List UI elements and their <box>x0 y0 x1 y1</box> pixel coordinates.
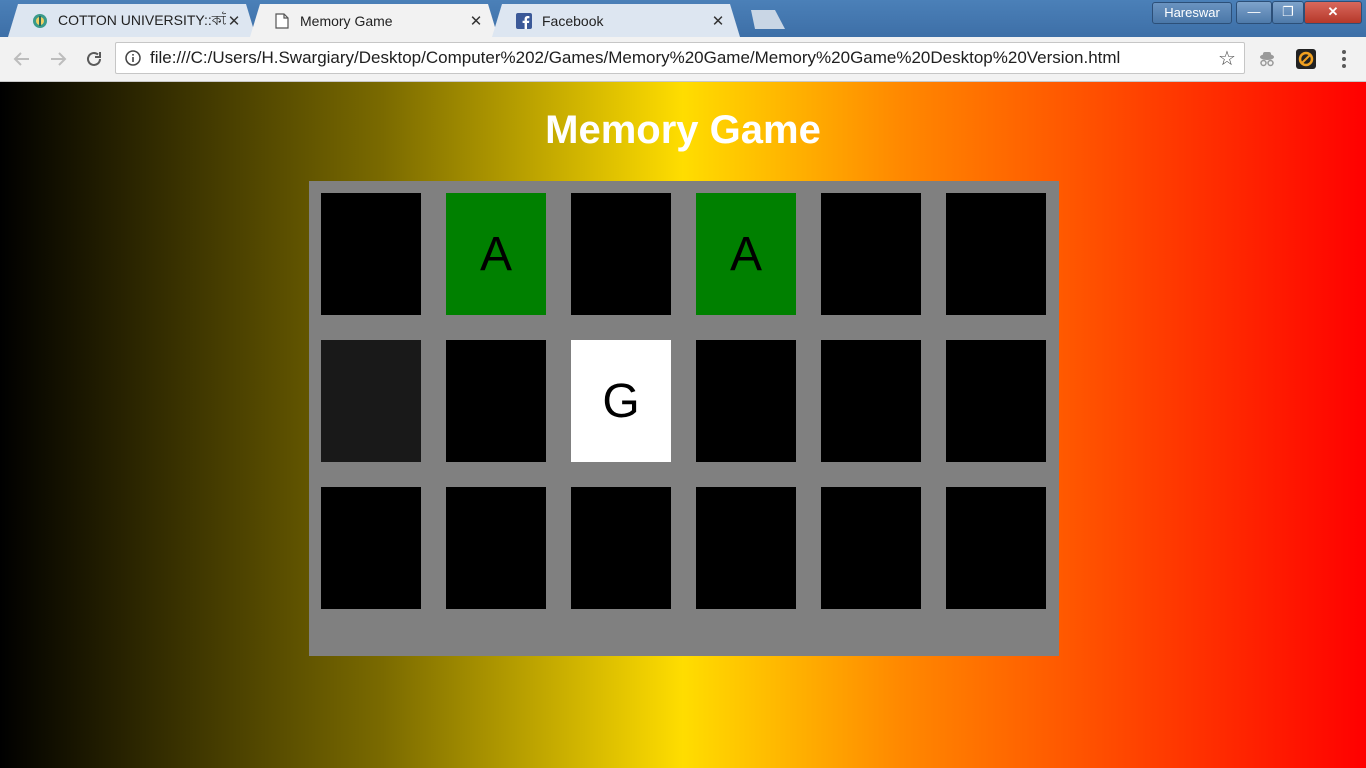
arrow-right-icon <box>51 52 67 66</box>
bookmark-star-icon[interactable]: ☆ <box>1216 46 1238 71</box>
university-logo-icon <box>32 13 48 29</box>
url-text[interactable]: file:///C:/Users/H.Swargiary/Desktop/Com… <box>150 48 1216 68</box>
back-button[interactable] <box>10 47 34 71</box>
browser-titlebar: COTTON UNIVERSITY::কট ✕ Memory Game ✕ Fa… <box>0 0 1366 37</box>
incognito-extension-icon[interactable] <box>1256 48 1278 70</box>
memory-card[interactable] <box>321 193 421 315</box>
memory-card[interactable] <box>696 487 796 609</box>
memory-card[interactable] <box>446 340 546 462</box>
memory-card[interactable] <box>446 487 546 609</box>
memory-card[interactable] <box>321 340 421 462</box>
page-title: Memory Game <box>545 108 821 152</box>
minimize-button[interactable]: — <box>1236 1 1272 24</box>
tab-cotton-university[interactable]: COTTON UNIVERSITY::কট ✕ <box>8 4 256 37</box>
arrow-left-icon <box>13 52 29 66</box>
browser-toolbar: file:///C:/Users/H.Swargiary/Desktop/Com… <box>0 37 1366 82</box>
profile-button[interactable]: Hareswar <box>1152 2 1232 24</box>
memory-card[interactable] <box>696 340 796 462</box>
tab-facebook[interactable]: Facebook ✕ <box>492 4 740 37</box>
facebook-icon <box>516 12 532 29</box>
tab-close-icon[interactable]: ✕ <box>226 12 242 30</box>
memory-card[interactable] <box>946 193 1046 315</box>
memory-card[interactable]: A <box>696 193 796 315</box>
restore-button[interactable]: ❐ <box>1272 1 1304 24</box>
reload-icon <box>87 51 101 66</box>
reload-button[interactable] <box>82 47 106 71</box>
tab-label: Facebook <box>542 12 604 29</box>
extension-icon[interactable] <box>1295 48 1317 70</box>
memory-card[interactable] <box>821 193 921 315</box>
memory-card[interactable] <box>821 340 921 462</box>
memory-card[interactable] <box>571 487 671 609</box>
tab-memory-game[interactable]: Memory Game ✕ <box>250 4 498 37</box>
memory-card[interactable]: A <box>446 193 546 315</box>
close-window-button[interactable]: ✕ <box>1304 1 1362 24</box>
memory-card[interactable]: G <box>571 340 671 462</box>
memory-card[interactable] <box>571 193 671 315</box>
memory-card[interactable] <box>321 487 421 609</box>
memory-card[interactable] <box>946 487 1046 609</box>
browser-menu-icon[interactable] <box>1335 47 1353 71</box>
forward-button[interactable] <box>46 47 70 71</box>
tab-close-icon[interactable]: ✕ <box>468 12 484 30</box>
memory-card[interactable] <box>821 487 921 609</box>
game-board: A AG <box>309 181 1059 656</box>
page-icon <box>274 12 290 29</box>
memory-card[interactable] <box>946 340 1046 462</box>
new-tab-button[interactable] <box>745 10 785 29</box>
tab-label: COTTON UNIVERSITY::কট <box>58 11 226 28</box>
tab-label: Memory Game <box>300 12 393 29</box>
info-icon[interactable] <box>124 49 142 67</box>
address-bar[interactable]: file:///C:/Users/H.Swargiary/Desktop/Com… <box>115 42 1245 74</box>
tab-close-icon[interactable]: ✕ <box>710 12 726 30</box>
page-background: Memory Game A AG <box>0 82 1366 768</box>
